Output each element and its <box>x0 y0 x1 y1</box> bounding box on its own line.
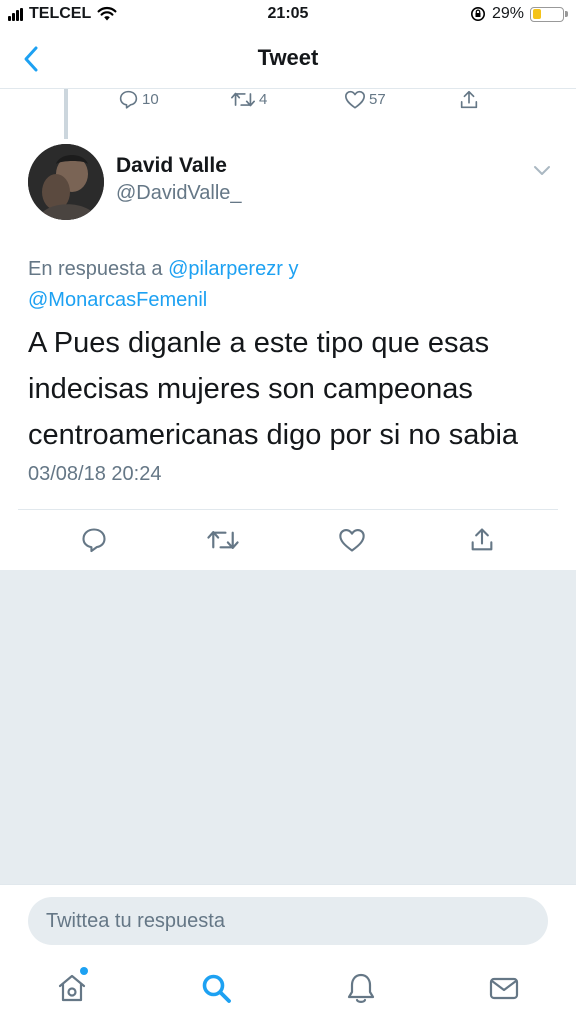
navigation-bar: Tweet <box>0 32 576 89</box>
reply-joiner: y <box>282 258 299 280</box>
reply-bar: Twittea tu respuesta <box>0 884 576 957</box>
like-icon <box>345 90 365 109</box>
prev-reply-button[interactable]: 10 <box>118 89 159 110</box>
chevron-down-icon[interactable] <box>532 164 552 178</box>
page-title: Tweet <box>257 45 319 70</box>
reply-icon <box>119 90 138 109</box>
tab-bar <box>0 956 576 1024</box>
previous-tweet-actions: 10 4 57 <box>0 89 576 113</box>
mention-link[interactable]: @MonarcasFemenil <box>28 289 207 311</box>
prev-like-button[interactable]: 57 <box>344 89 386 110</box>
messages-icon[interactable] <box>486 970 522 1006</box>
battery-percent: 29% <box>491 5 524 22</box>
tweet-text: A Pues diganle a este tipo que esas inde… <box>28 327 519 451</box>
tweet-timestamp: 03/08/18 20:24 <box>28 463 162 485</box>
like-count: 57 <box>369 91 386 108</box>
prev-retweet-button[interactable]: 4 <box>230 89 267 110</box>
search-icon[interactable] <box>198 970 234 1006</box>
prev-share-button[interactable] <box>458 89 480 111</box>
reply-button[interactable] <box>80 526 108 554</box>
divider <box>18 509 558 510</box>
reply-context: En respuesta a @pilarperezr y @MonarcasF… <box>28 254 548 316</box>
share-button[interactable] <box>468 526 496 554</box>
battery-icon <box>530 6 568 22</box>
like-button[interactable] <box>338 526 366 554</box>
home-icon[interactable] <box>54 970 90 1006</box>
avatar[interactable] <box>28 144 104 220</box>
notification-dot <box>80 967 88 975</box>
author-handle[interactable]: @DavidValle_ <box>116 182 242 205</box>
retweet-icon <box>231 92 255 107</box>
author-name[interactable]: David Valle <box>116 154 227 178</box>
status-bar: TELCEL 21:05 29% <box>0 0 576 32</box>
mention-link[interactable]: @pilarperezr <box>168 258 283 280</box>
empty-replies-area <box>0 570 576 884</box>
retweet-button[interactable] <box>206 526 240 554</box>
avatar-photo <box>28 144 104 220</box>
share-icon <box>460 90 478 109</box>
reply-count: 10 <box>142 91 159 108</box>
retweet-count: 4 <box>259 91 268 108</box>
notifications-icon[interactable] <box>343 970 379 1006</box>
rotation-lock-icon <box>470 7 485 21</box>
reply-input[interactable]: Twittea tu respuesta <box>28 897 548 945</box>
reply-prefix: En respuesta a <box>28 258 169 280</box>
